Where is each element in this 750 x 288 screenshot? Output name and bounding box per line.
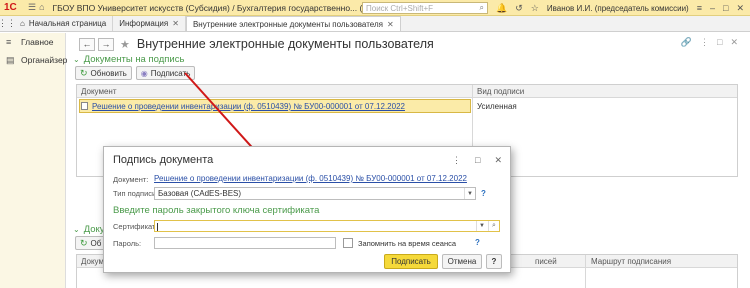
global-search-input[interactable]: Поиск Ctrl+Shift+F ⌕ [362,2,488,14]
minimize-icon[interactable]: – [710,3,715,13]
close-tab-icon[interactable]: ✕ [172,19,179,28]
sign-icon: ◉ [140,68,148,78]
cell-signature-type: Усиленная [477,101,517,111]
menu-icon[interactable]: ☰ [28,2,36,13]
current-user[interactable]: Иванов И.И. (председатель комиссии) [547,4,689,13]
maximize-icon[interactable]: □ [717,37,722,48]
column-divider [585,255,586,288]
refresh-button[interactable]: ↻ Обновить [75,66,132,80]
certificate-field[interactable]: ▼ ⌕ [154,220,500,232]
sign-type-value: Базовая (CAdES-BES) [158,189,242,198]
help-icon[interactable]: ? [481,189,486,198]
column-header-route[interactable]: Маршрут подписания [587,255,671,268]
favorite-star-icon[interactable]: ★ [120,38,130,51]
home-icon: ⌂ [20,19,25,28]
notifications-icon[interactable]: 🔔 [496,3,507,14]
help-button[interactable]: ? [486,254,502,269]
close-icon[interactable]: ✕ [494,155,502,166]
chevron-down-icon[interactable]: ▼ [464,188,475,199]
close-icon[interactable]: ✕ [736,3,744,14]
cert-label: Сертификат: [113,222,158,231]
sign-type-select[interactable]: Базовая (CAdES-BES) ▼ [154,187,476,200]
form-nav: ← → ★ Внутренние электронные документы п… [79,37,434,51]
forward-button[interactable]: → [98,37,114,51]
chevron-down-icon[interactable]: ▼ [476,221,487,231]
column-header-document[interactable]: Документ [77,85,117,98]
tab-label: Начальная страница [28,19,107,28]
sidebar-item-main[interactable]: ≡ Главное [0,33,65,51]
close-icon[interactable]: ✕ [730,37,738,48]
app-titlebar: 1С ☰ ⌂ ГБОУ ВПО Университет искусств (Су… [0,0,750,16]
group-to-sign-header[interactable]: ⌄ Документы на подпись [73,54,184,65]
menu-icon: ≡ [6,37,12,47]
table-header: Документ Вид подписи [77,85,737,98]
sign-button[interactable]: ◉ Подписать [135,66,196,80]
document-link[interactable]: Решение о проведении инвентаризации (ф. … [92,102,405,111]
app-logo: 1С [4,2,17,13]
cancel-button[interactable]: Отмена [442,254,482,269]
remember-label: Запомнить на время сеанса [358,239,457,248]
chevron-down-icon: ⌄ [73,55,80,64]
more-icon[interactable]: ⋮ [700,37,709,48]
tab-home[interactable]: ⌂ Начальная страница [14,16,114,31]
doc-label: Документ: [113,175,149,184]
document-icon [81,102,88,110]
button-label: Обновить [90,68,127,78]
doc-link[interactable]: Решение о проведении инвентаризации (ф. … [154,174,467,183]
close-tab-icon[interactable]: ✕ [387,20,394,29]
settings-icon[interactable]: ≡ [697,3,702,13]
tab-bar: ⋮⋮ ⌂ Начальная страница Информация ✕ Вну… [0,16,750,32]
home-icon[interactable]: ⌂ [39,2,44,13]
password-section-title: Введите пароль закрытого ключа сертифика… [113,205,320,216]
button-label: Подписать [150,68,191,78]
sidebar-item-label: Главное [21,37,54,47]
refresh-button-2[interactable]: ↻ Об [75,236,107,250]
dialog-tools: ⋮ □ ✕ [452,155,502,166]
chevron-down-icon: ⌄ [73,225,80,234]
apps-grid-icon[interactable]: ⋮⋮ [0,15,16,31]
help-icon[interactable]: ? [475,238,480,247]
column-header-document[interactable]: Докум [77,255,104,268]
group-title: Документы на подпись [83,54,185,65]
favorites-icon[interactable]: ☆ [531,3,539,14]
sidebar-item-organizer[interactable]: ▤ Органайзер [0,51,68,69]
titlebar-right: 🔔 ↺ ☆ Иванов И.И. (председатель комиссии… [496,0,750,16]
table-row[interactable]: Решение о проведении инвентаризации (ф. … [77,99,737,113]
tab-label: Информация [119,19,169,28]
remember-checkbox[interactable] [343,238,353,248]
search-icon[interactable]: ⌕ [480,3,484,13]
link-icon[interactable]: 🔗 [681,37,692,48]
tab-label: Внутренние электронные документы пользов… [192,19,383,29]
titlebar-icons: ☰ ⌂ [28,2,45,13]
organizer-icon: ▤ [6,54,15,65]
refresh-icon: ↻ [80,237,88,248]
toolbar: ↻ Обновить ◉ Подписать [75,66,196,80]
text-cursor [157,223,158,231]
open-icon[interactable]: ⌕ [488,221,499,231]
sign-document-dialog: Подпись документа ⋮ □ ✕ Документ: Решени… [103,146,511,273]
button-label: Об [90,238,102,248]
sign-submit-button[interactable]: Подписать [384,254,438,269]
tab-internal-docs[interactable]: Внутренние электронные документы пользов… [185,16,401,31]
history-icon[interactable]: ↺ [515,3,523,14]
password-label: Пароль: [113,239,142,248]
sign-type-label: Тип подписи: [113,189,159,198]
page-title: Внутренние электронные документы пользов… [136,37,434,51]
form-tools: 🔗 ⋮ □ ✕ [681,37,738,48]
refresh-icon: ↻ [80,67,88,78]
maximize-icon[interactable]: □ [475,155,480,166]
dialog-title: Подпись документа [113,154,214,166]
column-header-signatures[interactable]: писей [531,255,557,268]
password-field[interactable] [154,237,336,249]
cell-document[interactable]: Решение о проведении инвентаризации (ф. … [77,99,405,113]
search-placeholder: Поиск Ctrl+Shift+F [366,3,434,13]
back-button[interactable]: ← [79,37,95,51]
column-header-signature-type[interactable]: Вид подписи [473,85,524,98]
sidebar-item-label: Органайзер [21,55,68,65]
tab-info[interactable]: Информация ✕ [113,16,186,31]
more-icon[interactable]: ⋮ [452,155,461,166]
maximize-icon[interactable]: □ [723,3,728,13]
sidebar: ≡ Главное ▤ Органайзер [0,33,68,288]
